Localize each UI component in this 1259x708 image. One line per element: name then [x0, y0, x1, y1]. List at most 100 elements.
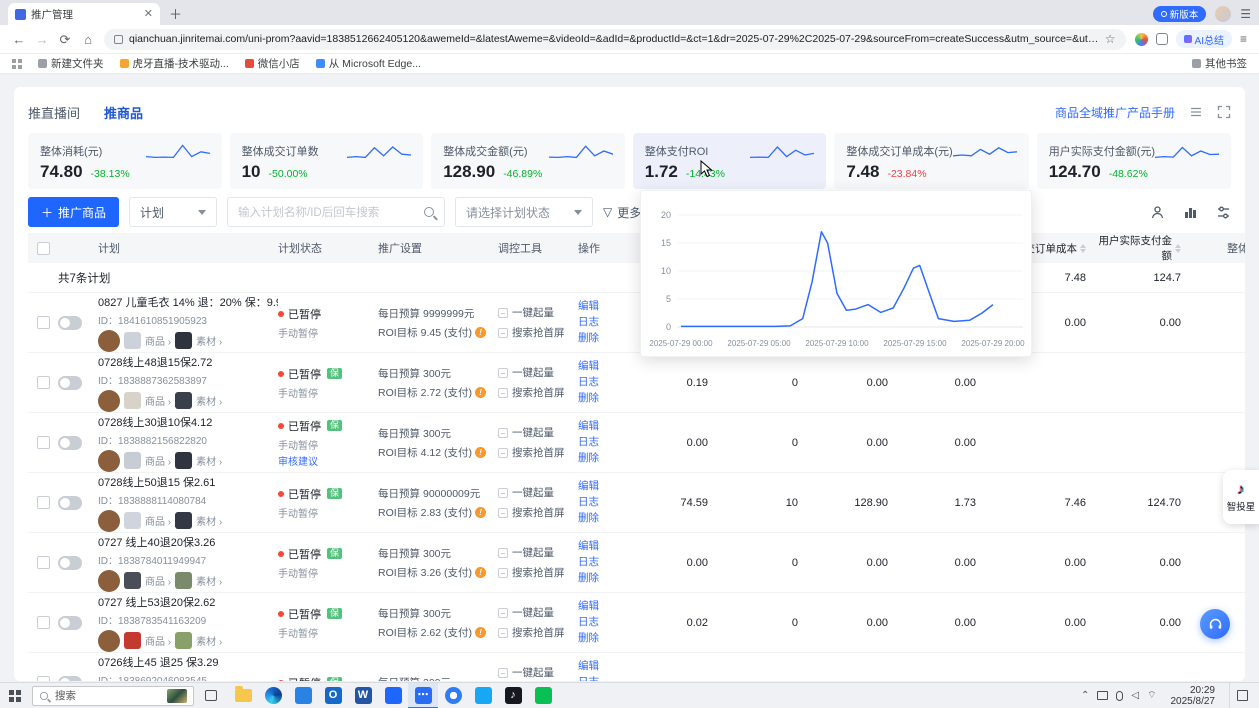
- customer-service-button[interactable]: [1200, 609, 1230, 639]
- campaign-title[interactable]: 0726线上45 退25 保3.29: [98, 654, 278, 670]
- plan-status-select[interactable]: 请选择计划状态: [455, 197, 593, 227]
- url-field[interactable]: qianchuan.jinritemai.com/uni-prom?aavid=…: [104, 29, 1126, 50]
- row-toggle[interactable]: [58, 316, 82, 330]
- one-key-boost-label[interactable]: 一键起量: [512, 485, 554, 500]
- material-link[interactable]: 素材 ›: [196, 573, 222, 588]
- tab-close-icon[interactable]: ✕: [144, 9, 153, 20]
- taskbar-app-wechat-icon[interactable]: [528, 683, 558, 708]
- log-link[interactable]: 日志: [578, 315, 626, 330]
- search-top-screen-label[interactable]: 搜索抢首屏: [512, 445, 565, 460]
- log-link[interactable]: 日志: [578, 435, 626, 450]
- select-all-checkbox[interactable]: [37, 242, 50, 255]
- row-checkbox[interactable]: [37, 676, 50, 681]
- row-checkbox[interactable]: [37, 316, 50, 329]
- microphone-icon[interactable]: [1116, 691, 1123, 701]
- fullscreen-icon[interactable]: [1217, 105, 1231, 119]
- delete-link[interactable]: 删除: [578, 511, 626, 526]
- one-key-boost-label[interactable]: 一键起量: [512, 425, 554, 440]
- log-link[interactable]: 日志: [578, 495, 626, 510]
- row-checkbox[interactable]: [37, 436, 50, 449]
- product-link[interactable]: 商品 ›: [145, 453, 171, 468]
- task-view-button[interactable]: [198, 683, 224, 708]
- taskbar-clock[interactable]: 20:29 2025/8/27: [1165, 685, 1222, 707]
- material-link[interactable]: 素材 ›: [196, 453, 222, 468]
- campaign-title[interactable]: 0727 线上40退20保3.26: [98, 534, 278, 550]
- log-link[interactable]: 日志: [578, 555, 626, 570]
- one-key-boost-label[interactable]: 一键起量: [512, 305, 554, 320]
- campaign-title[interactable]: 0827 儿童毛衣 14% 退：20% 保：9.92: [98, 294, 278, 310]
- other-bookmarks[interactable]: 其他书签: [1192, 56, 1247, 71]
- campaign-title[interactable]: 0728线上48退15保2.72: [98, 354, 278, 370]
- browser-avatar[interactable]: [1215, 6, 1231, 22]
- search-top-screen-label[interactable]: 搜索抢首屏: [512, 625, 565, 640]
- row-checkbox[interactable]: [37, 496, 50, 509]
- material-link[interactable]: 素材 ›: [196, 333, 222, 348]
- material-link[interactable]: 素材 ›: [196, 393, 222, 408]
- network-icon[interactable]: ⌔: [1147, 691, 1156, 701]
- browser-tab[interactable]: 推广管理 ✕: [8, 3, 160, 25]
- ai-summary-button[interactable]: AI总结: [1176, 30, 1232, 48]
- row-toggle[interactable]: [58, 376, 82, 390]
- refresh-icon[interactable]: ⟳: [58, 33, 72, 46]
- row-checkbox[interactable]: [37, 376, 50, 389]
- edit-link[interactable]: 编辑: [578, 299, 626, 314]
- row-toggle[interactable]: [58, 496, 82, 510]
- product-link[interactable]: 商品 ›: [145, 633, 171, 648]
- back-icon[interactable]: ←: [12, 33, 26, 46]
- page-tab-promote-product[interactable]: 推商品: [104, 103, 143, 122]
- tray-expand-icon[interactable]: ⌃: [1081, 691, 1089, 701]
- log-link[interactable]: 日志: [578, 615, 626, 630]
- edit-link[interactable]: 编辑: [578, 659, 626, 674]
- taskbar-app-edge-icon[interactable]: [258, 683, 288, 708]
- log-link[interactable]: 日志: [578, 675, 626, 681]
- delete-link[interactable]: 删除: [578, 331, 626, 346]
- action-center-button[interactable]: [1229, 683, 1255, 708]
- taskbar-app-blue-app-icon[interactable]: [378, 683, 408, 708]
- new-version-badge[interactable]: 新版本: [1153, 6, 1207, 22]
- taskbar-app-file-explorer-icon[interactable]: [228, 683, 258, 708]
- home-icon[interactable]: ⌂: [81, 33, 95, 46]
- custom-columns-icon[interactable]: [1183, 205, 1198, 220]
- taskbar-app-docs-app-icon[interactable]: [288, 683, 318, 708]
- one-key-boost-label[interactable]: 一键起量: [512, 365, 554, 380]
- edit-link[interactable]: 编辑: [578, 359, 626, 374]
- row-toggle[interactable]: [58, 616, 82, 630]
- volume-icon[interactable]: ◁: [1131, 691, 1139, 701]
- audience-icon[interactable]: [1150, 205, 1165, 220]
- edit-link[interactable]: 编辑: [578, 479, 626, 494]
- product-link[interactable]: 商品 ›: [145, 513, 171, 528]
- edit-link[interactable]: 编辑: [578, 599, 626, 614]
- campaign-title[interactable]: 0727 线上53退20保2.62: [98, 594, 278, 610]
- stat-card[interactable]: 整体成交订单数10-50.00%: [230, 133, 424, 189]
- one-key-boost-label[interactable]: 一键起量: [512, 665, 554, 680]
- start-button[interactable]: [0, 683, 30, 708]
- browser-menu-icon[interactable]: ☰: [1240, 8, 1251, 20]
- search-input[interactable]: 输入计划名称/ID后回车搜索: [227, 197, 445, 227]
- settings-sliders-icon[interactable]: [1216, 205, 1231, 220]
- column-metric[interactable]: 用户实际支付金额: [1092, 233, 1187, 263]
- edit-link[interactable]: 编辑: [578, 419, 626, 434]
- taskbar-app-qq-browser-icon[interactable]: [468, 683, 498, 708]
- taskbar-app-browser-circle-icon[interactable]: [438, 683, 468, 708]
- new-tab-button[interactable]: ＋: [169, 8, 182, 21]
- sort-icon[interactable]: [1080, 244, 1086, 253]
- product-link[interactable]: 商品 ›: [145, 393, 171, 408]
- row-toggle[interactable]: [58, 556, 82, 570]
- delete-link[interactable]: 删除: [578, 451, 626, 466]
- delete-link[interactable]: 删除: [578, 571, 626, 586]
- taskbar-search[interactable]: 搜索: [32, 686, 194, 706]
- row-checkbox[interactable]: [37, 616, 50, 629]
- product-link[interactable]: 商品 ›: [145, 333, 171, 348]
- bookmark-item[interactable]: 新建文件夹: [38, 56, 104, 71]
- sort-icon[interactable]: [1175, 244, 1181, 253]
- campaign-title[interactable]: 0728线上50退15 保2.61: [98, 474, 278, 490]
- page-info-icon[interactable]: [114, 35, 123, 44]
- stat-card[interactable]: 整体成交订单成本(元)7.48-23.84%: [834, 133, 1028, 189]
- row-toggle[interactable]: [58, 676, 82, 682]
- log-link[interactable]: 日志: [578, 375, 626, 390]
- search-top-screen-label[interactable]: 搜索抢首屏: [512, 325, 565, 340]
- taskbar-app-douyin-icon[interactable]: ♪: [498, 683, 528, 708]
- plan-select[interactable]: 计划: [129, 197, 217, 227]
- search-top-screen-label[interactable]: 搜索抢首屏: [512, 505, 565, 520]
- apps-grid-icon[interactable]: [12, 59, 22, 69]
